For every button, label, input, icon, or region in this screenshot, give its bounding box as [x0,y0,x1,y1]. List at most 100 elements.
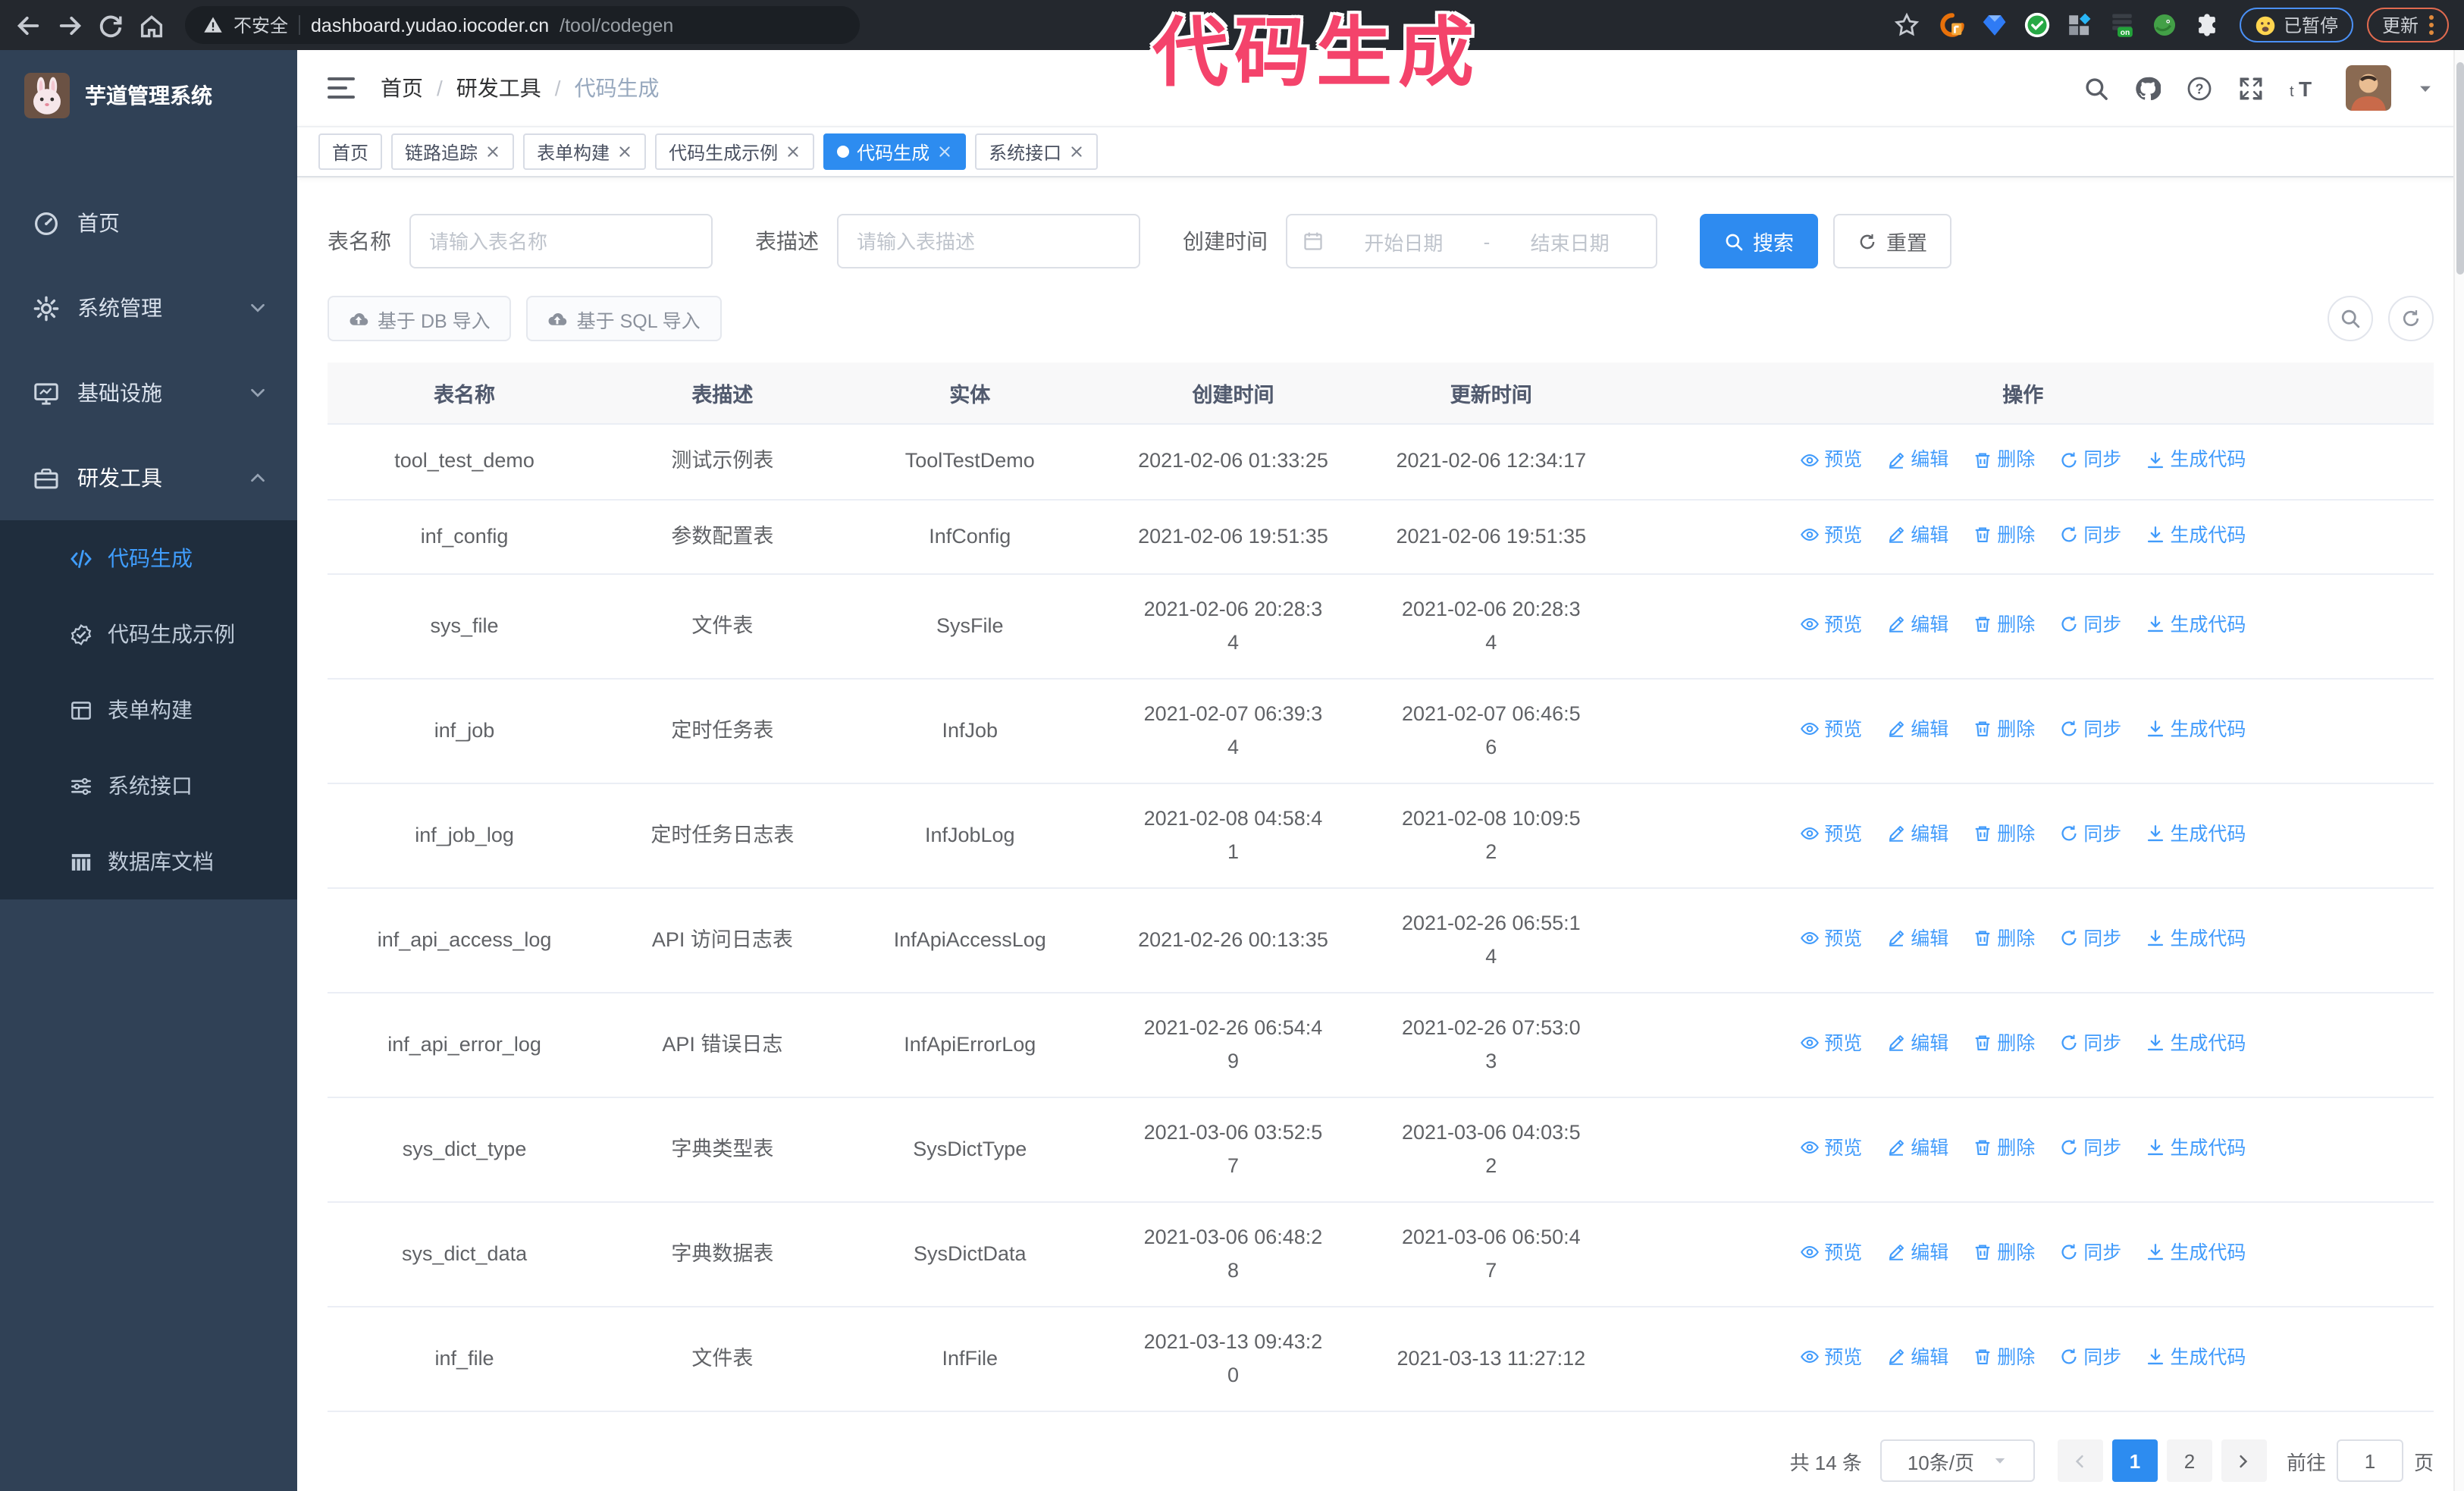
create-time-range-picker[interactable]: 开始日期 - 结束日期 [1286,214,1657,268]
next-page-button[interactable] [2221,1439,2267,1482]
toggle-search-button[interactable] [2328,296,2373,341]
prev-page-button[interactable] [2057,1439,2103,1482]
close-icon[interactable] [785,144,801,159]
delete-link[interactable]: 删除 [1973,922,2035,956]
grid-diamond-icon[interactable] [2067,12,2093,38]
preview-link[interactable]: 预览 [1800,713,1862,746]
goto-page-input[interactable] [2336,1439,2403,1482]
delete-link[interactable]: 删除 [1973,1236,2035,1270]
refresh-table-button[interactable] [2388,296,2434,341]
preview-link[interactable]: 预览 [1800,1341,1862,1374]
edit-link[interactable]: 编辑 [1886,1341,1948,1374]
bookmark-star-icon[interactable] [1894,12,1920,38]
delete-link[interactable]: 删除 [1973,518,2035,551]
fullscreen-icon[interactable] [2238,75,2264,101]
help-icon[interactable]: ? [2187,75,2212,101]
address-bar[interactable]: 不安全 dashboard.yudao.iocoder.cn/tool/code… [185,6,860,44]
browser-forward-button[interactable] [56,11,83,39]
reset-button[interactable]: 重置 [1833,214,1951,268]
edit-link[interactable]: 编辑 [1886,1132,1948,1165]
sidebar-menu-item[interactable]: 基础设施 [0,350,297,435]
generate-code-link[interactable]: 生成代码 [2146,518,2246,551]
delete-link[interactable]: 删除 [1973,1027,2035,1060]
sidebar-submenu-item[interactable]: 代码生成示例 [0,596,297,672]
sync-link[interactable]: 同步 [2059,518,2121,551]
tag-view-item[interactable]: 首页 [318,133,383,170]
tag-view-item[interactable]: 代码生成示例 [655,133,815,170]
sidebar-menu-item[interactable]: 系统管理 [0,265,297,350]
sync-link[interactable]: 同步 [2059,1341,2121,1374]
delete-link[interactable]: 删除 [1973,1341,2035,1374]
edit-link[interactable]: 编辑 [1886,818,1948,851]
github-icon[interactable] [2135,75,2161,101]
delete-link[interactable]: 删除 [1973,608,2035,642]
sync-link[interactable]: 同步 [2059,1132,2121,1165]
preview-link[interactable]: 预览 [1800,1132,1862,1165]
generate-code-link[interactable]: 生成代码 [2146,818,2246,851]
edit-link[interactable]: 编辑 [1886,518,1948,551]
preview-link[interactable]: 预览 [1800,1027,1862,1060]
tag-view-item[interactable]: 链路追踪 [391,133,515,170]
edit-link[interactable]: 编辑 [1886,1236,1948,1270]
close-icon[interactable] [1069,144,1084,159]
sync-link[interactable]: 同步 [2059,1236,2121,1270]
fehelper-icon[interactable] [1939,12,1965,38]
generate-code-link[interactable]: 生成代码 [2146,1027,2246,1060]
sidebar-menu-item[interactable]: 研发工具 [0,435,297,520]
avatar-caret-down-icon[interactable] [2417,80,2434,96]
browser-home-button[interactable] [138,11,165,39]
generate-code-link[interactable]: 生成代码 [2146,608,2246,642]
preview-link[interactable]: 预览 [1800,922,1862,956]
edit-link[interactable]: 编辑 [1886,443,1948,476]
edit-link[interactable]: 编辑 [1886,608,1948,642]
preview-link[interactable]: 预览 [1800,518,1862,551]
check-badge-icon[interactable] [2024,12,2050,38]
close-icon[interactable] [485,144,500,159]
preview-link[interactable]: 预览 [1800,1236,1862,1270]
delete-link[interactable]: 删除 [1973,1132,2035,1165]
sync-link[interactable]: 同步 [2059,818,2121,851]
browser-back-button[interactable] [15,11,42,39]
import-db-button[interactable]: 基于 DB 导入 [328,296,512,341]
bird-icon[interactable] [2152,12,2177,38]
sidebar-submenu-item[interactable]: 代码生成 [0,520,297,596]
delete-link[interactable]: 删除 [1973,713,2035,746]
page-number-button[interactable]: 1 [2111,1439,2158,1482]
puzzle-icon[interactable] [2194,12,2220,38]
close-icon[interactable] [937,144,952,159]
breadcrumb-link[interactable]: 研发工具 [456,73,541,103]
page-scrollbar[interactable] [2453,50,2464,1491]
breadcrumb-link[interactable]: 首页 [381,73,423,103]
page-size-select[interactable]: 10条/页 [1879,1439,2035,1482]
page-number-button[interactable]: 2 [2166,1439,2212,1482]
edit-link[interactable]: 编辑 [1886,922,1948,956]
user-avatar[interactable] [2346,65,2391,111]
sidebar-submenu-item[interactable]: 系统接口 [0,748,297,824]
header-search-icon[interactable] [2083,75,2109,101]
generate-code-link[interactable]: 生成代码 [2146,443,2246,476]
proxy-on-icon[interactable]: on [2109,12,2135,38]
gem-icon[interactable] [1982,12,2008,38]
generate-code-link[interactable]: 生成代码 [2146,1341,2246,1374]
font-size-icon[interactable]: tT [2290,75,2320,101]
edit-link[interactable]: 编辑 [1886,1027,1948,1060]
import-sql-button[interactable]: 基于 SQL 导入 [526,296,722,341]
generate-code-link[interactable]: 生成代码 [2146,1132,2246,1165]
tag-view-item[interactable]: 系统接口 [975,133,1099,170]
sync-link[interactable]: 同步 [2059,713,2121,746]
scrollbar-thumb[interactable] [2456,62,2464,275]
preview-link[interactable]: 预览 [1800,608,1862,642]
extension-paused-chip[interactable]: 已暂停 [2239,8,2353,42]
sidebar-menu-item[interactable]: 首页 [0,180,297,265]
preview-link[interactable]: 预览 [1800,818,1862,851]
sidebar-logo[interactable]: 芋道管理系统 [0,50,297,141]
table-desc-input[interactable] [837,214,1140,268]
search-button[interactable]: 搜索 [1700,214,1818,268]
table-name-input[interactable] [409,214,713,268]
tag-view-item[interactable]: 表单构建 [523,133,647,170]
preview-link[interactable]: 预览 [1800,443,1862,476]
sync-link[interactable]: 同步 [2059,922,2121,956]
sidebar-submenu-item[interactable]: 数据库文档 [0,824,297,899]
sidebar-submenu-item[interactable]: 表单构建 [0,672,297,748]
generate-code-link[interactable]: 生成代码 [2146,713,2246,746]
